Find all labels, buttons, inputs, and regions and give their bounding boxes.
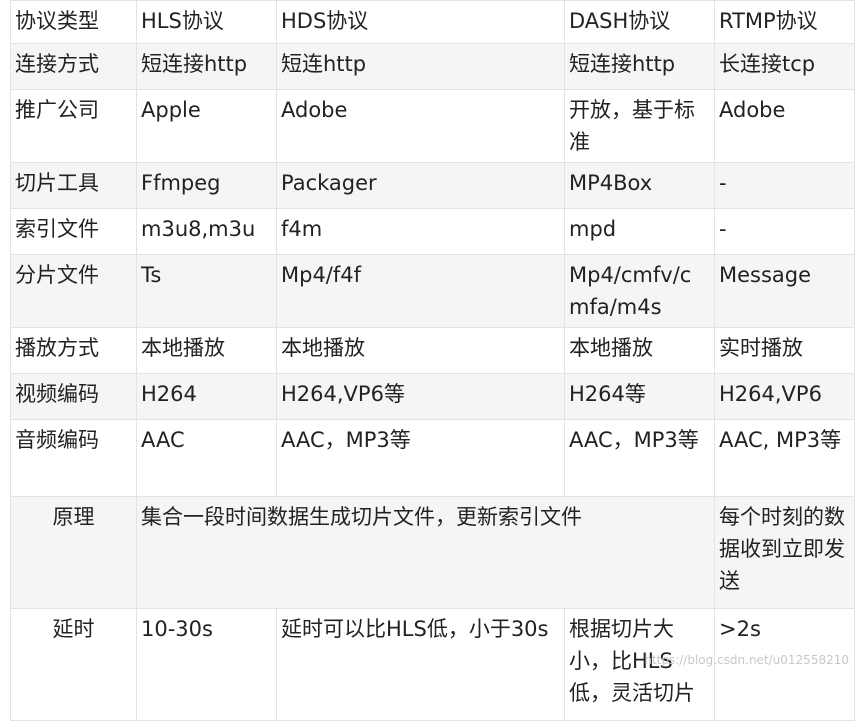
cell: Packager [276,162,565,209]
row-label-connection: 连接方式 [10,43,137,90]
table-row: 索引文件 m3u8,m3u f4m mpd - [10,208,855,255]
header-cell-hls: HLS协议 [136,0,277,44]
cell: Ffmpeg [136,162,277,209]
header-cell-dash: DASH协议 [564,0,715,44]
cell: Apple [136,89,277,163]
cell: 本地播放 [136,327,277,374]
cell: H264,VP6 [714,373,855,420]
cell: H264等 [564,373,715,420]
latency-hls-cell: 10-30s [136,608,277,721]
cell: Ts [136,254,277,328]
cell: 本地播放 [276,327,565,374]
cell: H264 [136,373,277,420]
cell: mpd [564,208,715,255]
row-label-video-codec: 视频编码 [10,373,137,420]
latency-hds-cell: 延时可以比HLS低，小于30s [276,608,565,721]
row-label-principle: 原理 [10,496,137,609]
cell: AAC, MP3等 [714,419,855,497]
cell: - [714,208,855,255]
cell: Adobe [714,89,855,163]
cell: 本地播放 [564,327,715,374]
row-label-slicing-tool: 切片工具 [10,162,137,209]
principle-merged-cell: 集合一段时间数据生成切片文件，更新索引文件 [136,496,715,609]
cell: 开放，基于标准 [564,89,715,163]
cell: H264,VP6等 [276,373,565,420]
table-row: 原理 集合一段时间数据生成切片文件，更新索引文件 每个时刻的数据收到立即发送 [10,496,855,609]
row-label-audio-codec: 音频编码 [10,419,137,497]
table-row: 切片工具 Ffmpeg Packager MP4Box - [10,162,855,209]
watermark-url: https://blog.csdn.net/u012558210 [644,653,849,667]
cell: Mp4/cmfv/cmfa/m4s [564,254,715,328]
protocol-comparison-table: 协议类型 HLS协议 HDS协议 DASH协议 RTMP协议 连接方式 短连接h… [10,0,855,721]
cell: 短连http [276,43,565,90]
table-row: 播放方式 本地播放 本地播放 本地播放 实时播放 [10,327,855,374]
cell: - [714,162,855,209]
header-cell-hds: HDS协议 [276,0,565,44]
table-row: 推广公司 Apple Adobe 开放，基于标准 Adobe [10,89,855,163]
cell: 实时播放 [714,327,855,374]
cell: MP4Box [564,162,715,209]
row-label-index-file: 索引文件 [10,208,137,255]
cell: m3u8,m3u [136,208,277,255]
table-row: 视频编码 H264 H264,VP6等 H264等 H264,VP6 [10,373,855,420]
cell: 长连接tcp [714,43,855,90]
cell: Message [714,254,855,328]
row-label-playback: 播放方式 [10,327,137,374]
cell: 短连接http [136,43,277,90]
cell: AAC，MP3等 [276,419,565,497]
header-cell-rtmp: RTMP协议 [714,0,855,44]
row-label-company: 推广公司 [10,89,137,163]
cell: 短连接http [564,43,715,90]
table-row: 分片文件 Ts Mp4/f4f Mp4/cmfv/cmfa/m4s Messag… [10,254,855,328]
table-row: 协议类型 HLS协议 HDS协议 DASH协议 RTMP协议 [10,0,855,44]
table-row: 连接方式 短连接http 短连http 短连接http 长连接tcp [10,43,855,90]
cell: Mp4/f4f [276,254,565,328]
cell: AAC，MP3等 [564,419,715,497]
cell: AAC [136,419,277,497]
cell: Adobe [276,89,565,163]
header-cell-protocol-type: 协议类型 [10,0,137,44]
principle-rtmp-cell: 每个时刻的数据收到立即发送 [714,496,855,609]
row-label-segment-file: 分片文件 [10,254,137,328]
row-label-latency: 延时 [10,608,137,721]
table-row: 音频编码 AAC AAC，MP3等 AAC，MP3等 AAC, MP3等 [10,419,855,497]
cell: f4m [276,208,565,255]
